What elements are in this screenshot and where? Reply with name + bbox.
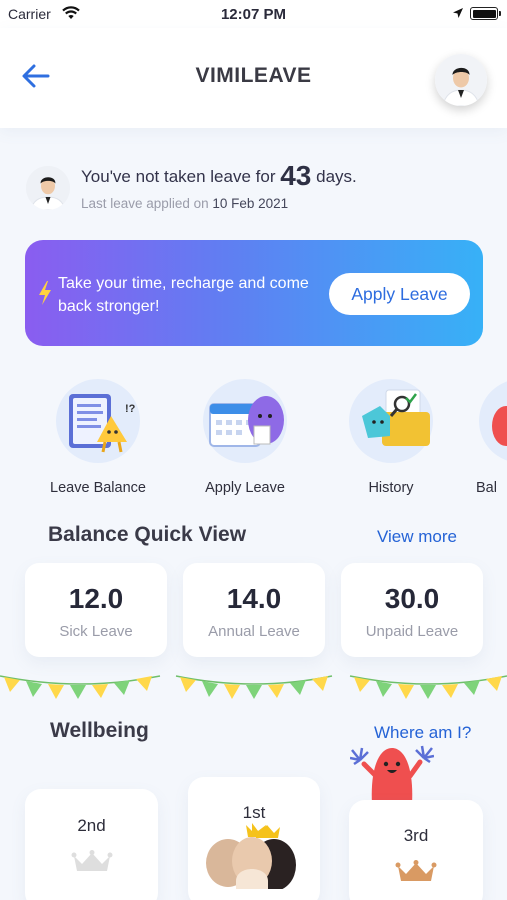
silver-crown-icon	[71, 850, 112, 871]
menu-item-history[interactable]: History	[326, 370, 456, 500]
rank-first-label: 1st	[242, 803, 266, 822]
annual-leave-label: Annual Leave	[208, 623, 300, 640]
balance-quick-view-title: Balance Quick View	[48, 523, 247, 546]
balance-illustration	[479, 381, 507, 461]
menu-label-leave-balance: Leave Balance	[50, 480, 146, 496]
banner-message: Take your time, recharge and come back s…	[58, 275, 309, 315]
lightning-bolt-icon	[39, 281, 51, 305]
menu-item-leave-balance[interactable]: !? Leave Balance	[33, 370, 163, 500]
user-avatar	[26, 166, 70, 210]
menu-item-apply-leave[interactable]: Apply Leave	[180, 370, 310, 500]
rank-card-first[interactable]: 1st	[188, 777, 320, 900]
location-arrow-icon	[453, 8, 463, 18]
bunting-decoration	[0, 675, 507, 699]
gold-crown-icon	[254, 825, 280, 838]
unpaid-leave-label: Unpaid Leave	[365, 623, 459, 640]
unpaid-leave-value: 30.0	[384, 583, 440, 614]
annual-leave-card[interactable]: 14.0 Annual Leave	[183, 563, 325, 657]
menu-label-apply-leave: Apply Leave	[205, 480, 285, 496]
sick-leave-value: 12.0	[68, 583, 124, 614]
battery-icon	[470, 7, 501, 20]
rank-card-second[interactable]: 2nd	[25, 789, 158, 900]
no-leave-message: You've not taken leave for 43 days.	[81, 160, 357, 192]
no-leave-suffix: days.	[316, 167, 357, 186]
sick-leave-label: Sick Leave	[59, 623, 133, 640]
no-leave-prefix: You've not taken leave for	[81, 167, 276, 186]
profile-avatar[interactable]	[435, 54, 487, 106]
rank-third-label: 3rd	[403, 826, 429, 845]
view-more-link[interactable]: View more	[377, 527, 457, 547]
svg-text:!?: !?	[125, 403, 136, 415]
leave-balance-illustration: !?	[56, 379, 140, 463]
history-illustration	[349, 379, 433, 463]
apply-leave-button[interactable]: Apply Leave	[329, 273, 470, 315]
menu-label-balance: Bal	[476, 480, 497, 496]
wellbeing-title: Wellbeing	[50, 719, 149, 742]
sick-leave-card[interactable]: 12.0 Sick Leave	[25, 563, 167, 657]
page-title: VIMILEAVE	[195, 64, 312, 87]
quick-menu: !? Leave Balance Apply Leave History Bal	[0, 370, 507, 500]
annual-leave-value: 14.0	[226, 583, 282, 614]
unpaid-leave-card[interactable]: 30.0 Unpaid Leave	[341, 563, 483, 657]
last-leave-label: Last leave applied on	[81, 196, 209, 211]
rank-second-label: 2nd	[77, 816, 106, 835]
avatar-image	[435, 54, 487, 106]
apply-leave-illustration	[203, 379, 287, 463]
nav-bar: VIMILEAVE	[0, 28, 507, 128]
leave-summary: You've not taken leave for 43 days. Last…	[26, 160, 486, 220]
status-bar: Carrier 12:07 PM	[0, 0, 507, 28]
menu-label-history: History	[368, 480, 414, 496]
last-leave-info: Last leave applied on 10 Feb 2021	[81, 196, 288, 211]
cheering-mascot-icon	[350, 745, 434, 804]
days-count: 43	[280, 160, 312, 191]
apply-leave-banner: Take your time, recharge and come back s…	[25, 240, 483, 346]
rank-card-third[interactable]: 3rd	[349, 800, 483, 900]
bronze-crown-icon	[395, 860, 437, 881]
where-am-i-link[interactable]: Where am I?	[374, 723, 471, 743]
status-time: 12:07 PM	[220, 6, 287, 23]
last-leave-date: 10 Feb 2021	[212, 196, 289, 211]
menu-item-balance[interactable]: Bal	[472, 370, 507, 500]
